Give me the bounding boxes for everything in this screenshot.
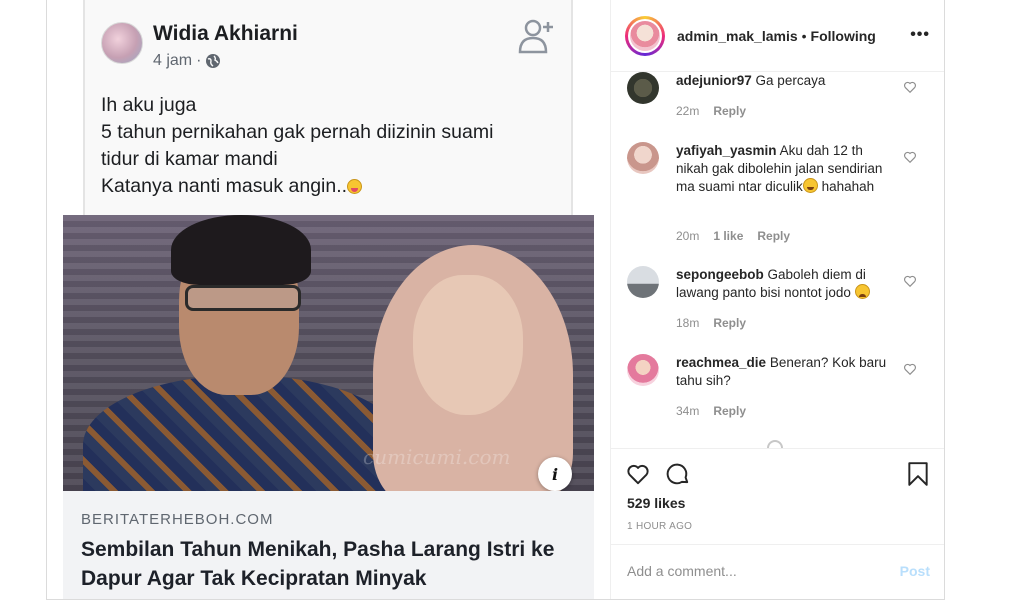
fb-post-line: 5 tahun pernikahan gak pernah diizinin s… xyxy=(101,121,494,143)
comment-content: Ga percaya xyxy=(755,73,826,88)
fb-post-text: Ih aku juga 5 tahun pernikahan gak perna… xyxy=(101,92,493,200)
heart-icon[interactable] xyxy=(903,80,917,94)
post-timestamp: 1 HOUR AGO xyxy=(627,521,693,532)
heart-icon[interactable] xyxy=(903,362,917,376)
reply-button[interactable]: Reply xyxy=(757,229,790,243)
commenter-username[interactable]: yafiyah_yasmin xyxy=(676,143,777,158)
comment-time: 34m xyxy=(676,404,700,418)
comment-meta: 18m Reply xyxy=(676,316,746,330)
comment-text: adejunior97 Ga percaya xyxy=(676,72,891,90)
news-photo: cumicumi.com i xyxy=(63,215,594,491)
separator-dot: • xyxy=(801,27,807,44)
reply-button[interactable]: Reply xyxy=(713,404,746,418)
comment-bubble-icon[interactable] xyxy=(665,461,691,487)
comment-time: 22m xyxy=(676,104,700,118)
comments-list[interactable]: adejunior97 Ga percaya 22m Reply yafiyah… xyxy=(611,72,944,448)
author-username[interactable]: admin_mak_lamis xyxy=(677,28,798,44)
following-button[interactable]: Following xyxy=(811,28,876,44)
post-frame: Widia Akhiarni 4 jam · Ih aku juga 5 tah… xyxy=(46,0,945,600)
tongue-emoji-icon xyxy=(347,179,363,194)
fb-author-avatar xyxy=(101,22,143,64)
comment-text: reachmea_die Beneran? Kok baru tahu sih? xyxy=(676,354,891,390)
heart-icon[interactable] xyxy=(903,274,917,288)
fb-post-line: Ih aku juga xyxy=(101,94,197,116)
link-title: Sembilan Tahun Menikah, Pasha Larang Ist… xyxy=(81,538,555,590)
action-bar: 529 likes 1 HOUR AGO xyxy=(611,448,944,544)
heart-icon[interactable] xyxy=(903,150,917,164)
post-media[interactable]: Widia Akhiarni 4 jam · Ih aku juga 5 tah… xyxy=(47,0,610,599)
sad-emoji-icon xyxy=(854,284,870,299)
bookmark-icon[interactable] xyxy=(905,461,931,487)
commenter-username[interactable]: sepongeebob xyxy=(676,267,764,282)
comment-content-suffix: hahahah xyxy=(821,179,875,194)
add-friend-icon xyxy=(518,19,553,54)
fb-post-line: tidur di kamar mandi xyxy=(101,148,278,170)
woman-face xyxy=(413,275,523,415)
likes-count[interactable]: 529 likes xyxy=(627,495,685,511)
comment-time: 20m xyxy=(676,229,700,243)
post-header: admin_mak_lamis • Following ••• xyxy=(611,0,944,72)
globe-icon xyxy=(206,54,221,68)
link-preview: BERITATERHEBOH.COM Sembilan Tahun Menika… xyxy=(63,491,594,599)
comment-meta: 22m Reply xyxy=(676,104,746,118)
comment-text: yafiyah_yasmin Aku dah 12 th nikah gak d… xyxy=(676,142,891,196)
fb-post-line: Katanya nanti masuk angin.. xyxy=(101,173,493,200)
man-hair xyxy=(171,215,311,285)
like-heart-icon[interactable] xyxy=(625,461,651,487)
facebook-screenshot-card: Widia Akhiarni 4 jam · Ih aku juga 5 tah… xyxy=(83,0,573,215)
comment-input[interactable] xyxy=(627,563,877,579)
comment-meta: 20m 1 like Reply xyxy=(676,229,790,243)
add-comment-form: Post xyxy=(611,544,944,599)
commenter-avatar[interactable] xyxy=(627,266,659,298)
fb-author-name: Widia Akhiarni xyxy=(153,22,298,45)
comment-likes-count[interactable]: 1 like xyxy=(713,229,743,243)
more-options-icon[interactable]: ••• xyxy=(910,26,930,44)
author-avatar[interactable] xyxy=(625,15,665,56)
link-domain: BERITATERHEBOH.COM xyxy=(81,511,274,528)
man-glasses xyxy=(185,285,301,311)
post-sidebar: admin_mak_lamis • Following ••• adejunio… xyxy=(610,0,944,599)
comment-text: sepongeebob Gaboleh diem di lawang panto… xyxy=(676,266,891,302)
commenter-username[interactable]: adejunior97 xyxy=(676,73,752,88)
laughing-emoji-icon xyxy=(802,178,818,193)
reply-button[interactable]: Reply xyxy=(713,316,746,330)
photo-watermark: cumicumi.com xyxy=(363,445,511,469)
fb-post-time: 4 jam xyxy=(153,52,193,69)
comment-meta: 34m Reply xyxy=(676,404,746,418)
comment-time: 18m xyxy=(676,316,700,330)
info-button[interactable]: i xyxy=(538,457,572,491)
commenter-avatar[interactable] xyxy=(627,142,659,174)
commenter-avatar[interactable] xyxy=(627,354,659,386)
post-comment-button[interactable]: Post xyxy=(900,563,930,579)
commenter-avatar[interactable] xyxy=(627,72,659,104)
load-more-spinner xyxy=(767,440,783,448)
commenter-username[interactable]: reachmea_die xyxy=(676,355,766,370)
reply-button[interactable]: Reply xyxy=(713,104,746,118)
fb-post-meta: 4 jam · xyxy=(153,52,221,70)
